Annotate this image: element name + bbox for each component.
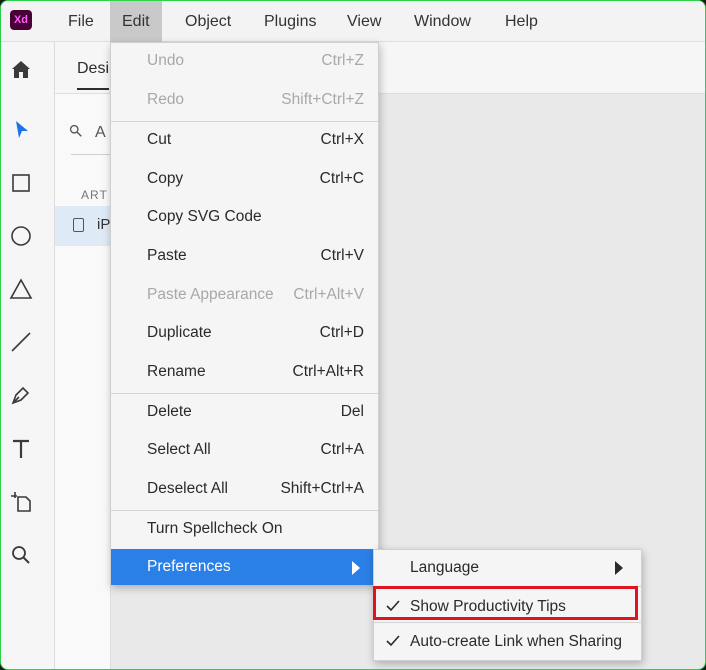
document-icon — [73, 218, 84, 232]
menu-item-redo[interactable]: Redo Shift+Ctrl+Z — [111, 82, 378, 120]
menu-item-undo[interactable]: Undo Ctrl+Z — [111, 43, 378, 81]
menu-item-deselect-all[interactable]: Deselect All Shift+Ctrl+A — [111, 471, 378, 509]
artboard-icon[interactable] — [8, 489, 34, 515]
select-arrow-icon[interactable] — [8, 117, 34, 143]
menu-item-spellcheck[interactable]: Turn Spellcheck On — [111, 511, 378, 549]
menu-help[interactable]: Help — [493, 1, 550, 42]
menu-item-copy[interactable]: Copy Ctrl+C — [111, 161, 378, 199]
ellipse-icon[interactable] — [8, 223, 34, 249]
menu-item-paste[interactable]: Paste Ctrl+V — [111, 238, 378, 276]
menu-view[interactable]: View — [335, 1, 393, 42]
xd-logo-icon: Xd — [10, 10, 32, 30]
menu-object[interactable]: Object — [173, 1, 243, 42]
search-input[interactable]: A — [95, 124, 106, 142]
submenu-arrow-icon — [352, 561, 360, 575]
artboard-row[interactable]: iP — [55, 206, 111, 246]
triangle-icon[interactable] — [8, 276, 34, 302]
artboards-header: ART — [81, 188, 108, 202]
menu-bar: Xd File Edit Object Plugins View Window … — [1, 1, 705, 42]
submenu-arrow-icon — [615, 561, 623, 575]
app-window: Xd File Edit Object Plugins View Window … — [0, 0, 706, 670]
menu-item-select-all[interactable]: Select All Ctrl+A — [111, 432, 378, 470]
menu-item-delete[interactable]: Delete Del — [111, 394, 378, 432]
menu-separator — [374, 622, 641, 623]
search-underline — [71, 154, 111, 155]
artboard-row-label: iP — [97, 216, 111, 233]
submenu-item-auto-create-link[interactable]: Auto-create Link when Sharing — [374, 624, 641, 660]
edit-menu-dropdown: Undo Ctrl+Z Redo Shift+Ctrl+Z Cut Ctrl+X Co… — [110, 42, 379, 585]
tab-design[interactable]: Desi — [77, 60, 110, 90]
menu-item-copy-svg-code[interactable]: Copy SVG Code — [111, 199, 378, 237]
checkmark-icon — [386, 635, 400, 647]
menu-item-duplicate[interactable]: Duplicate Ctrl+D — [111, 315, 378, 353]
menu-item-cut[interactable]: Cut Ctrl+X — [111, 122, 378, 160]
menu-window[interactable]: Window — [402, 1, 483, 42]
home-icon[interactable] — [8, 57, 34, 83]
search-icon — [69, 124, 83, 141]
layers-panel: A ART iP — [55, 94, 111, 669]
rectangle-icon[interactable] — [8, 170, 34, 196]
menu-item-preferences[interactable]: Preferences — [111, 549, 378, 585]
menu-item-paste-appearance[interactable]: Paste Appearance Ctrl+Alt+V — [111, 277, 378, 315]
zoom-icon[interactable] — [8, 542, 34, 568]
menu-file[interactable]: File — [56, 1, 106, 42]
text-icon[interactable] — [8, 436, 34, 462]
menu-item-rename[interactable]: Rename Ctrl+Alt+R — [111, 354, 378, 392]
line-icon[interactable] — [8, 329, 34, 355]
menu-edit[interactable]: Edit — [110, 1, 162, 42]
submenu-item-language[interactable]: Language — [374, 550, 641, 586]
pen-icon[interactable] — [8, 382, 34, 408]
menu-plugins[interactable]: Plugins — [252, 1, 328, 42]
submenu-item-show-productivity-tips[interactable]: Show Productivity Tips — [373, 586, 641, 625]
checkmark-icon — [386, 600, 400, 612]
preferences-submenu: Language Show Productivity Tips Auto-cre… — [373, 549, 642, 661]
tool-bar — [1, 42, 55, 669]
